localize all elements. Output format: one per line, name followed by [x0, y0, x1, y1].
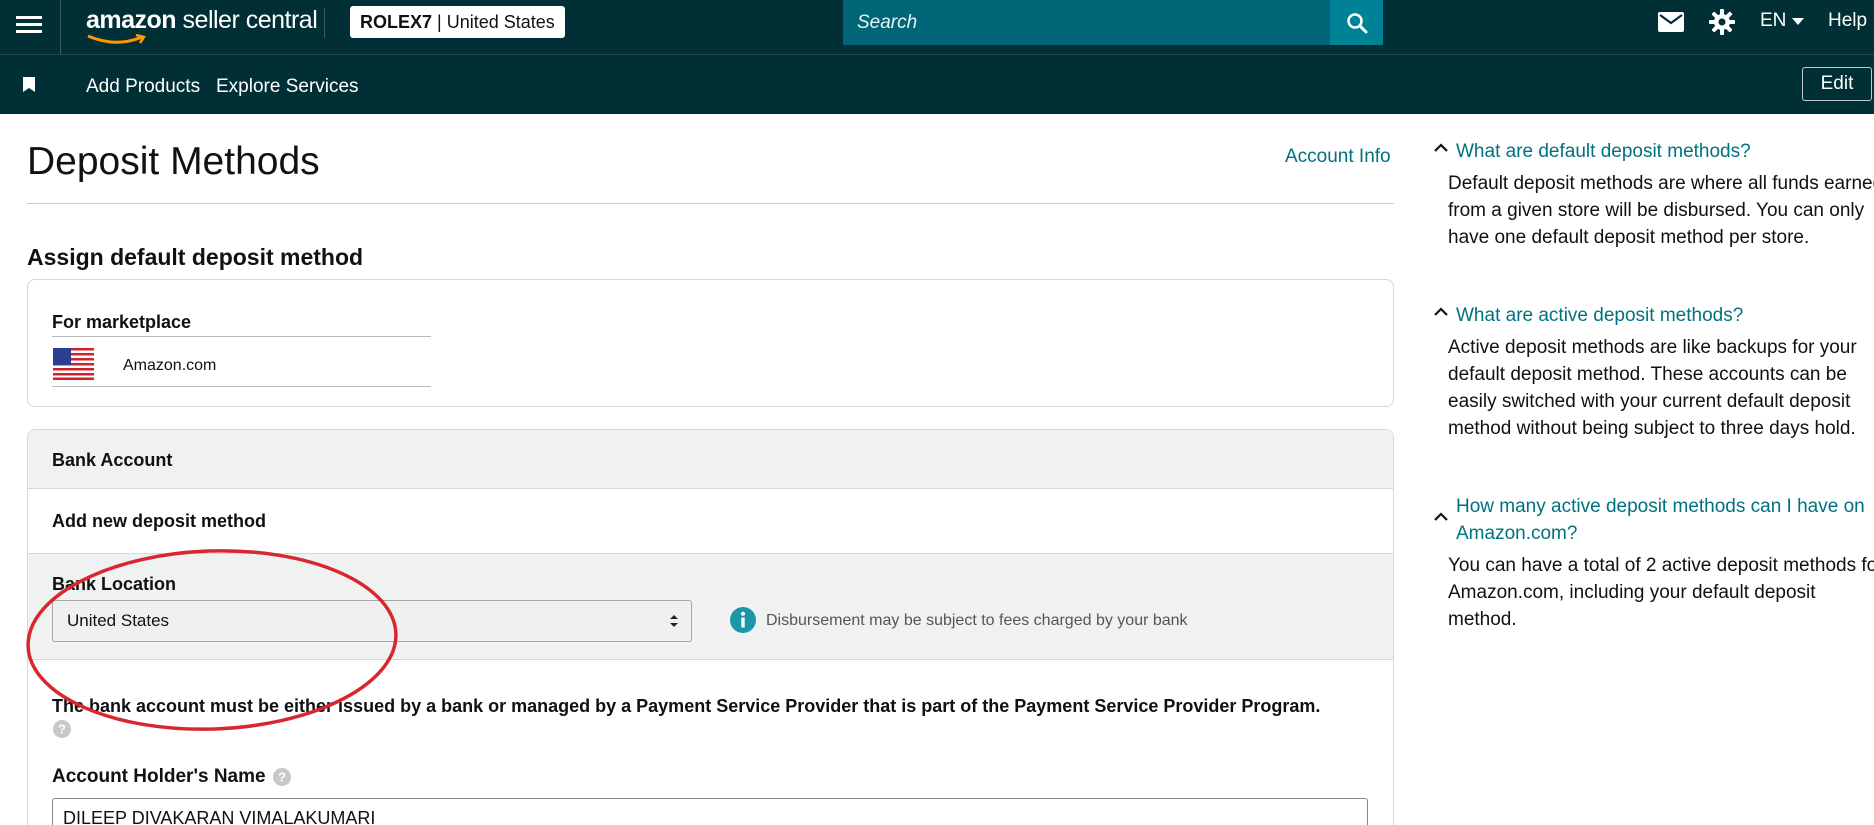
help-question[interactable]: How many active deposit methods can I ha…	[1432, 493, 1874, 547]
account-holder-label: Account Holder's Name ?	[52, 766, 291, 788]
bank-account-header: Bank Account	[28, 430, 1393, 489]
page-title: Deposit Methods	[27, 140, 320, 183]
explore-services-link[interactable]: Explore Services	[216, 76, 359, 98]
us-flag-icon	[53, 348, 94, 380]
logo-bold-text: amazon	[86, 6, 177, 34]
add-deposit-method-row: Add new deposit method	[28, 489, 1393, 554]
store-region: United States	[446, 11, 555, 32]
search-icon	[1346, 12, 1367, 33]
help-item-default-methods: What are default deposit methods? Defaul…	[1432, 138, 1874, 251]
chevron-down-icon	[1792, 17, 1805, 25]
help-question-icon[interactable]: ?	[53, 720, 71, 738]
section-title: Assign default deposit method	[27, 244, 364, 270]
disbursement-fee-note: Disbursement may be subject to fees char…	[766, 612, 1188, 629]
bank-account-title: Bank Account	[52, 450, 173, 470]
help-question-text: How many active deposit methods can I ha…	[1456, 496, 1865, 544]
help-answer: Active deposit methods are like backups …	[1448, 337, 1857, 439]
help-answer: You can have a total of 2 active deposit…	[1448, 555, 1874, 630]
gear-icon[interactable]	[1709, 9, 1735, 35]
help-question[interactable]: What are default deposit methods?	[1432, 138, 1874, 165]
info-icon	[730, 607, 756, 633]
psp-notice: The bank account must be either issued b…	[52, 696, 1321, 716]
divider	[60, 0, 61, 54]
chevron-up-icon	[1434, 143, 1448, 152]
help-answer: Default deposit methods are where all fu…	[1448, 173, 1874, 248]
language-label: EN	[1760, 10, 1787, 31]
account-holder-label-text: Account Holder's Name	[52, 766, 266, 787]
search-input[interactable]	[843, 0, 1330, 45]
marketplace-name: Amazon.com	[123, 357, 217, 374]
hamburger-menu-icon[interactable]	[16, 12, 42, 38]
svg-text:?: ?	[278, 770, 286, 785]
edit-button[interactable]: Edit	[1802, 67, 1872, 101]
amazon-smile-icon	[87, 34, 147, 44]
bank-location-row: Bank Location United States Disbursement…	[28, 554, 1393, 660]
account-holder-input[interactable]	[52, 798, 1368, 825]
bookmarks-bar: Add Products Explore Services Edit	[0, 54, 1874, 114]
bank-location-value: United States	[67, 611, 170, 630]
account-info-link[interactable]: Account Info	[1285, 146, 1391, 168]
search-button[interactable]	[1330, 0, 1383, 45]
divider	[324, 8, 325, 38]
add-products-link[interactable]: Add Products	[86, 76, 200, 98]
language-selector[interactable]: EN	[1760, 10, 1805, 32]
help-item-how-many: How many active deposit methods can I ha…	[1432, 493, 1874, 633]
chevron-up-icon	[1434, 307, 1448, 316]
select-arrows-icon	[670, 615, 678, 627]
add-deposit-method-title: Add new deposit method	[52, 511, 266, 531]
help-item-active-methods: What are active deposit methods? Active …	[1432, 302, 1874, 442]
help-question-icon[interactable]: ?	[272, 768, 291, 786]
svg-text:?: ?	[58, 722, 66, 737]
chevron-up-icon	[1434, 512, 1448, 521]
divider	[52, 336, 431, 337]
help-question-text: What are active deposit methods?	[1456, 305, 1744, 326]
logo-light-text: seller central	[176, 6, 318, 34]
marketplace-label: For marketplace	[52, 312, 192, 332]
store-separator: |	[437, 11, 442, 32]
marketplace-card	[27, 279, 1394, 407]
bank-location-label: Bank Location	[52, 574, 177, 594]
divider	[52, 386, 431, 387]
bank-location-select[interactable]: United States	[52, 600, 692, 642]
bank-account-card: Bank Account Add new deposit method Bank…	[27, 429, 1394, 825]
help-link[interactable]: Help	[1828, 10, 1867, 32]
store-name: ROLEX7	[360, 11, 433, 32]
top-navigation-bar: amazon seller central ROLEX7 | United St…	[0, 0, 1874, 54]
help-question[interactable]: What are active deposit methods?	[1432, 302, 1874, 329]
mail-icon[interactable]	[1658, 12, 1684, 32]
bookmark-icon[interactable]	[23, 77, 35, 92]
divider	[27, 203, 1394, 204]
help-question-text: What are default deposit methods?	[1456, 141, 1751, 162]
store-switcher[interactable]: ROLEX7 | United States	[350, 6, 565, 38]
seller-central-logo[interactable]: amazon seller central	[86, 6, 318, 46]
